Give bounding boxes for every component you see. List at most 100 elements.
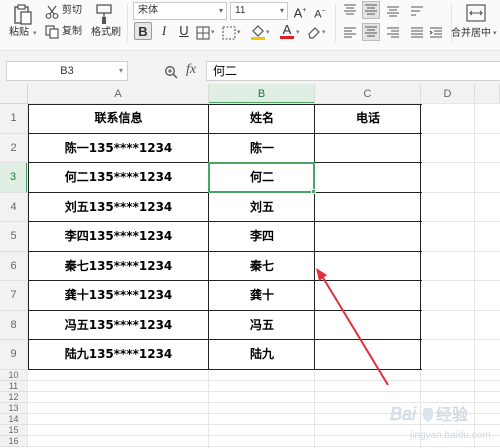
font-name-select[interactable]: 宋体 ▾ bbox=[133, 2, 227, 20]
name-box-value: B3 bbox=[60, 65, 74, 77]
table-cell[interactable]: 秦七 bbox=[209, 252, 315, 282]
font-color-button[interactable]: A bbox=[278, 21, 296, 39]
align-top-icon[interactable] bbox=[343, 3, 357, 17]
row-header-12[interactable]: 12 bbox=[0, 391, 28, 403]
italic-button[interactable]: I bbox=[155, 22, 173, 40]
table-cell[interactable]: 陈一135****1234 bbox=[28, 134, 209, 164]
cell-style-dropdown-caret[interactable]: ▾ bbox=[237, 28, 241, 36]
shrink-font-button[interactable]: A− bbox=[311, 3, 329, 21]
fill-color-icon[interactable] bbox=[250, 23, 266, 41]
paste-icon[interactable] bbox=[13, 4, 33, 26]
header-cell[interactable]: 姓名 bbox=[209, 104, 315, 134]
table-cell[interactable]: 冯五135****1234 bbox=[28, 311, 209, 341]
column-header-b[interactable]: B bbox=[209, 84, 315, 104]
table-cell[interactable]: 秦七135****1234 bbox=[28, 252, 209, 282]
align-middle-icon[interactable] bbox=[362, 1, 380, 19]
row-header-1[interactable]: 1 bbox=[0, 104, 28, 134]
row-header-3[interactable]: 3 bbox=[0, 163, 28, 193]
table-cell[interactable]: 陆九135****1234 bbox=[28, 340, 209, 370]
formula-bar: B3 ▾ fx 何二 bbox=[0, 50, 500, 84]
row-header-8[interactable]: 8 bbox=[0, 310, 28, 340]
fill-color-dropdown-caret[interactable]: ▾ bbox=[266, 28, 270, 36]
row-header-9[interactable]: 9 bbox=[0, 340, 28, 370]
table-cell[interactable] bbox=[315, 134, 421, 164]
svg-text:经验: 经验 bbox=[436, 406, 468, 424]
name-box[interactable]: B3 ▾ bbox=[6, 61, 128, 81]
row-header-6[interactable]: 6 bbox=[0, 251, 28, 281]
table-cell[interactable] bbox=[315, 311, 421, 341]
align-right-icon[interactable] bbox=[386, 25, 400, 39]
row-header-2[interactable]: 2 bbox=[0, 133, 28, 163]
table-cell[interactable]: 刘五 bbox=[209, 193, 315, 223]
format-painter-button[interactable]: 格式刷 bbox=[91, 27, 121, 39]
row-header-13[interactable]: 13 bbox=[0, 402, 28, 414]
copy-button[interactable]: 复制 bbox=[62, 26, 82, 38]
wrap-text-icon[interactable] bbox=[410, 3, 424, 17]
row-header-14[interactable]: 14 bbox=[0, 413, 28, 425]
gridline-horizontal bbox=[28, 379, 500, 381]
row-header-16[interactable]: 16 bbox=[0, 435, 28, 447]
copy-icon[interactable] bbox=[45, 24, 59, 39]
table-cell[interactable]: 陈一 bbox=[209, 134, 315, 164]
table-cell[interactable]: 刘五135****1234 bbox=[28, 193, 209, 223]
paste-button[interactable]: 粘贴 bbox=[9, 27, 29, 39]
grow-font-icon: A bbox=[293, 5, 303, 21]
borders-dropdown-caret[interactable]: ▾ bbox=[211, 28, 215, 36]
gridline-horizontal bbox=[28, 390, 500, 392]
zoom-icon[interactable] bbox=[164, 64, 178, 79]
select-all-corner[interactable] bbox=[0, 84, 28, 104]
cut-button[interactable]: 剪切 bbox=[62, 5, 82, 17]
grow-font-button[interactable]: A+ bbox=[291, 2, 309, 20]
row-header-7[interactable]: 7 bbox=[0, 281, 28, 311]
indent-icon[interactable] bbox=[429, 25, 443, 39]
column-header-d[interactable]: D bbox=[421, 84, 475, 104]
row-header-5[interactable]: 5 bbox=[0, 222, 28, 252]
font-size-select[interactable]: 11 ▾ bbox=[230, 2, 288, 20]
table-cell[interactable]: 李四 bbox=[209, 222, 315, 252]
formula-input[interactable]: 何二 bbox=[206, 61, 500, 81]
align-bottom-icon[interactable] bbox=[386, 3, 400, 17]
merge-dropdown-caret[interactable]: ▾ bbox=[493, 29, 497, 37]
row-header-11[interactable]: 11 bbox=[0, 380, 28, 392]
table-cell[interactable] bbox=[315, 163, 421, 193]
active-cell-outline bbox=[208, 162, 315, 193]
paste-dropdown-caret[interactable]: ▾ bbox=[33, 29, 37, 37]
header-cell[interactable]: 联系信息 bbox=[28, 104, 209, 134]
table-cell[interactable]: 李四135****1234 bbox=[28, 222, 209, 252]
table-cell[interactable] bbox=[315, 193, 421, 223]
row-header-15[interactable]: 15 bbox=[0, 424, 28, 436]
table-cell[interactable] bbox=[315, 340, 421, 370]
borders-icon[interactable] bbox=[196, 25, 210, 40]
header-cell[interactable]: 电话 bbox=[315, 104, 421, 134]
align-center-icon[interactable] bbox=[362, 23, 380, 41]
font-color-dropdown-caret[interactable]: ▾ bbox=[296, 28, 300, 36]
clear-dropdown-caret[interactable]: ▾ bbox=[322, 28, 326, 36]
underline-button[interactable]: U bbox=[175, 22, 193, 40]
eraser-icon[interactable] bbox=[307, 24, 321, 39]
fx-icon[interactable]: fx bbox=[186, 63, 196, 77]
chevron-down-icon: ▾ bbox=[279, 6, 284, 15]
merge-cells-icon[interactable] bbox=[466, 4, 486, 22]
table-cell[interactable]: 何二135****1234 bbox=[28, 163, 209, 193]
fill-handle[interactable] bbox=[311, 188, 316, 194]
gridline-horizontal bbox=[28, 445, 500, 447]
column-header-a[interactable]: A bbox=[28, 84, 209, 104]
align-left-icon[interactable] bbox=[343, 25, 357, 39]
table-cell[interactable]: 陆九 bbox=[209, 340, 315, 370]
bold-button[interactable]: B bbox=[134, 22, 152, 40]
cell-style-icon[interactable] bbox=[222, 25, 236, 40]
table-cell[interactable] bbox=[315, 281, 421, 311]
font-name-value: 宋体 bbox=[138, 5, 158, 16]
table-cell[interactable]: 龚十 bbox=[209, 281, 315, 311]
merge-center-button[interactable]: 合并居中 bbox=[451, 28, 491, 40]
justify-icon[interactable] bbox=[410, 25, 424, 39]
scissors-icon[interactable] bbox=[45, 4, 59, 19]
column-header-c[interactable]: C bbox=[315, 84, 421, 104]
row-header-10[interactable]: 10 bbox=[0, 369, 28, 381]
table-cell[interactable]: 龚十135****1234 bbox=[28, 281, 209, 311]
table-cell[interactable] bbox=[315, 252, 421, 282]
table-cell[interactable]: 冯五 bbox=[209, 311, 315, 341]
format-painter-icon[interactable] bbox=[95, 3, 113, 25]
table-cell[interactable] bbox=[315, 222, 421, 252]
row-header-4[interactable]: 4 bbox=[0, 192, 28, 222]
